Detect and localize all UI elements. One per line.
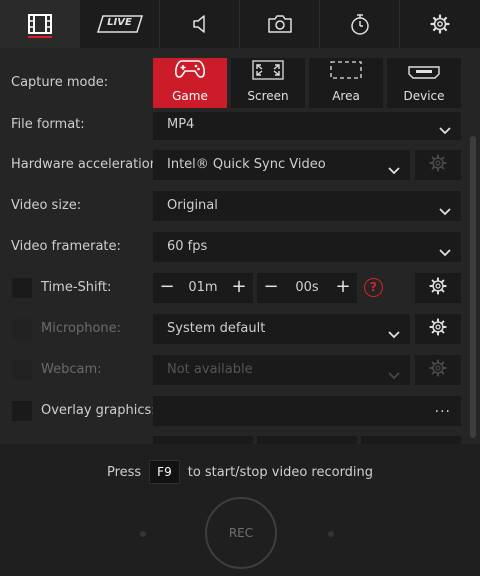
timeshift-label: Time-Shift: — [41, 280, 112, 295]
webcam-checkbox — [12, 360, 32, 380]
record-button[interactable]: REC — [205, 497, 277, 569]
tab-settings[interactable] — [400, 0, 480, 48]
video-size-value: Original — [167, 198, 218, 213]
webcam-row: Webcam: Not available — [0, 355, 468, 385]
microphone-checkbox[interactable] — [12, 319, 32, 339]
gear-icon — [429, 154, 447, 176]
microphone-label: Microphone: — [41, 321, 122, 336]
capture-mode-label: Capture mode: — [11, 75, 109, 90]
partial-control — [361, 436, 461, 444]
chevron-down-icon — [439, 242, 451, 261]
mode-screen-label: Screen — [247, 89, 289, 103]
minutes-increment-button[interactable]: + — [225, 273, 253, 303]
overlay-field[interactable]: ... — [153, 396, 461, 426]
webcam-value: Not available — [167, 362, 253, 377]
file-format-row: File format: MP4 — [0, 110, 468, 140]
hw-accel-label: Hardware acceleration: — [11, 157, 163, 172]
minutes-value: 01m — [188, 280, 218, 295]
area-select-icon — [329, 60, 363, 84]
mode-game-label: Game — [172, 89, 208, 103]
live-label: LIVE — [107, 17, 132, 28]
gear-icon — [429, 318, 447, 340]
tab-screenshot[interactable] — [240, 0, 320, 48]
framerate-row: Video framerate: 60 fps — [0, 232, 468, 262]
timeshift-row: Time-Shift: − 01m + − 00s + ? — [0, 273, 468, 303]
hw-accel-dropdown[interactable]: Intel® Quick Sync Video — [153, 150, 410, 180]
seconds-decrement-button[interactable]: − — [257, 273, 285, 303]
chevron-down-icon — [388, 160, 400, 179]
microphone-settings-button[interactable] — [415, 314, 461, 344]
hw-accel-row: Hardware acceleration: Intel® Quick Sync… — [0, 150, 468, 180]
timeshift-seconds-stepper: − 00s + — [257, 273, 357, 303]
stopwatch-icon — [349, 12, 371, 36]
chevron-down-icon — [439, 201, 451, 220]
capture-mode-row: Capture mode: Game Screen Area Device — [0, 56, 480, 112]
framerate-value: 60 fps — [167, 239, 208, 254]
record-footer: Press F9 to start/stop video recording REC — [0, 444, 480, 576]
seconds-value: 00s — [295, 280, 319, 295]
hotkey-badge: F9 — [149, 460, 180, 484]
live-icon: LIVE — [96, 15, 143, 33]
hw-accel-settings-button — [415, 150, 461, 180]
framerate-label: Video framerate: — [11, 239, 121, 254]
tab-live[interactable]: LIVE — [80, 0, 160, 48]
overlay-label: Overlay graphics: — [41, 403, 156, 418]
timeshift-checkbox[interactable] — [12, 278, 32, 298]
camera-icon — [267, 13, 293, 35]
more-button[interactable]: ... — [435, 400, 451, 416]
video-size-dropdown[interactable]: Original — [153, 191, 461, 221]
microphone-dropdown[interactable]: System default — [153, 314, 410, 344]
partial-control — [257, 436, 357, 444]
help-icon[interactable]: ? — [364, 278, 383, 297]
hdmi-icon — [407, 64, 441, 84]
expand-icon — [252, 60, 284, 84]
speaker-icon — [191, 13, 209, 35]
chevron-down-icon — [388, 365, 400, 384]
gamepad-icon — [174, 58, 206, 84]
hint-prefix: Press — [106, 465, 142, 480]
tab-audio[interactable] — [160, 0, 240, 48]
mode-area-button[interactable]: Area — [309, 58, 383, 108]
microphone-row: Microphone: System default — [0, 314, 468, 344]
mode-screen-button[interactable]: Screen — [231, 58, 305, 108]
chevron-down-icon — [388, 324, 400, 343]
chevron-down-icon — [439, 120, 451, 139]
timeshift-settings-button[interactable] — [415, 273, 461, 303]
indicator-dot — [140, 531, 146, 537]
gear-icon — [429, 359, 447, 381]
partial-control — [153, 436, 253, 444]
gear-icon — [429, 277, 447, 299]
overlay-checkbox[interactable] — [12, 401, 32, 421]
mode-area-label: Area — [332, 89, 360, 103]
tab-timer[interactable] — [320, 0, 400, 48]
hint-suffix: to start/stop video recording — [187, 465, 374, 480]
mode-device-label: Device — [403, 89, 445, 103]
file-format-dropdown[interactable]: MP4 — [153, 110, 461, 140]
tab-bar: LIVE — [0, 0, 480, 48]
video-size-label: Video size: — [11, 198, 82, 213]
webcam-label: Webcam: — [41, 362, 102, 377]
next-row-partial — [0, 436, 468, 444]
mode-device-button[interactable]: Device — [387, 58, 461, 108]
mode-game-button[interactable]: Game — [153, 58, 227, 108]
seconds-increment-button[interactable]: + — [329, 273, 357, 303]
indicator-dot — [328, 531, 334, 537]
scrollbar[interactable] — [470, 136, 476, 438]
video-size-row: Video size: Original — [0, 191, 468, 221]
tab-video[interactable] — [0, 0, 80, 48]
webcam-settings-button — [415, 355, 461, 385]
hw-accel-value: Intel® Quick Sync Video — [167, 157, 326, 172]
gear-icon — [430, 14, 450, 34]
webcam-dropdown: Not available — [153, 355, 410, 385]
settings-panel: File format: MP4 Hardware acceleration: … — [0, 110, 468, 444]
minutes-decrement-button[interactable]: − — [153, 273, 181, 303]
timeshift-minutes-stepper: − 01m + — [153, 273, 253, 303]
microphone-value: System default — [167, 321, 266, 336]
overlay-row: Overlay graphics: ... — [0, 396, 468, 426]
framerate-dropdown[interactable]: 60 fps — [153, 232, 461, 262]
film-icon — [27, 13, 53, 35]
file-format-value: MP4 — [167, 117, 195, 132]
file-format-label: File format: — [11, 117, 85, 132]
hotkey-hint: Press F9 to start/stop video recording — [0, 460, 480, 484]
